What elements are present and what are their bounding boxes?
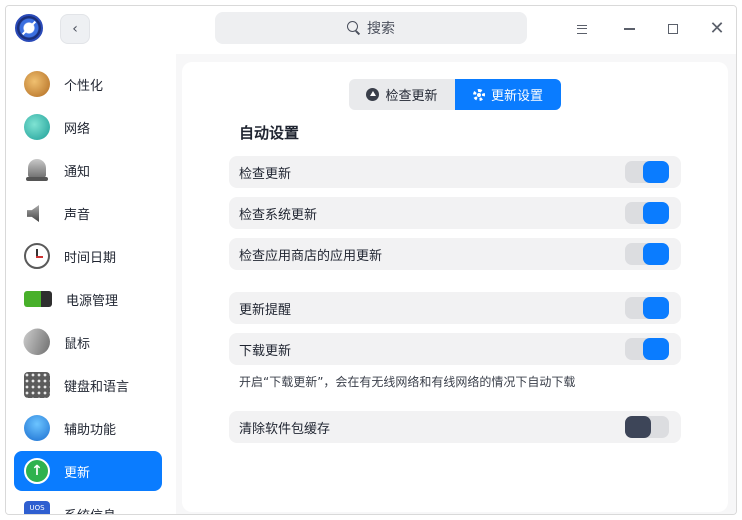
toggle-knob	[643, 338, 669, 360]
mouse-icon	[18, 323, 56, 361]
setting-row-check-system-updates: 检查系统更新	[229, 197, 681, 229]
download-updates-hint: 开启“下载更新”，会在有无线网络和有线网络的情况下自动下载	[239, 375, 576, 389]
main-area: 检查更新 更新设置 自动设置 检查更新 检查系统更新 检查应用商店的应用更新 更…	[176, 54, 736, 514]
minimize-button[interactable]	[615, 15, 643, 43]
sidebar-item-datetime[interactable]: 时间日期	[14, 236, 162, 276]
menu-icon	[577, 24, 587, 34]
toggle-knob	[625, 416, 651, 438]
toggle-knob	[643, 161, 669, 183]
setting-label: 下载更新	[239, 343, 292, 359]
clock-icon	[24, 243, 50, 269]
tab-label: 检查更新	[385, 89, 438, 104]
sidebar-item-update[interactable]: ↑ 更新	[14, 451, 162, 491]
sidebar-item-personalization[interactable]: 个性化	[14, 64, 162, 104]
sidebar-item-power[interactable]: 电源管理	[14, 279, 162, 319]
uos-badge: UOS	[29, 504, 45, 512]
sidebar-item-network[interactable]: 网络	[14, 107, 162, 147]
update-tab-switcher: 检查更新 更新设置	[349, 79, 561, 110]
setting-label: 检查系统更新	[239, 207, 318, 223]
arrow-up-circle-icon	[366, 88, 380, 101]
tab-check-update[interactable]: 检查更新	[349, 79, 455, 110]
check-store-updates-toggle[interactable]	[625, 243, 669, 265]
gear-icon	[472, 88, 485, 101]
settings-window: ‹ 搜索 ✕ 个性化 网络 通知 声音 时间日期 电源管理 鼠标 键盘和语言 辅…	[5, 5, 737, 515]
sidebar-item-notification[interactable]: 通知	[14, 150, 162, 190]
sidebar-item-label: 键盘和语言	[64, 379, 130, 395]
sidebar-item-label: 声音	[64, 207, 91, 223]
update-reminder-toggle[interactable]	[625, 297, 669, 319]
update-settings-panel: 检查更新 更新设置 自动设置 检查更新 检查系统更新 检查应用商店的应用更新 更…	[182, 62, 728, 512]
system-info-icon: UOS	[24, 501, 50, 514]
check-system-updates-toggle[interactable]	[625, 202, 669, 224]
setting-row-check-store-updates: 检查应用商店的应用更新	[229, 238, 681, 270]
sidebar-item-label: 更新	[64, 465, 91, 481]
control-center-logo-icon	[15, 14, 43, 42]
bell-icon	[24, 157, 50, 183]
sidebar-item-system-info[interactable]: UOS 系统信息	[14, 494, 162, 515]
menu-button[interactable]	[568, 15, 596, 43]
sidebar-item-label: 辅助功能	[64, 422, 117, 438]
maximize-button[interactable]	[659, 15, 687, 43]
speaker-icon	[24, 200, 50, 226]
setting-row-download-updates: 下载更新	[229, 333, 681, 365]
setting-label: 检查更新	[239, 166, 292, 182]
back-button[interactable]: ‹	[60, 14, 90, 44]
search-input[interactable]: 搜索	[215, 12, 527, 44]
sidebar-item-label: 系统信息	[64, 505, 116, 515]
setting-label: 更新提醒	[239, 302, 292, 318]
sidebar-item-accessibility[interactable]: 辅助功能	[14, 408, 162, 448]
maximize-icon	[668, 24, 678, 34]
clear-cache-toggle[interactable]	[625, 416, 669, 438]
setting-row-check-updates: 检查更新	[229, 156, 681, 188]
search-icon	[347, 21, 361, 35]
sidebar-item-label: 通知	[64, 164, 91, 180]
setting-label: 清除软件包缓存	[239, 421, 331, 437]
close-icon: ✕	[709, 18, 725, 39]
section-title: 自动设置	[239, 124, 300, 142]
tab-label: 更新设置	[490, 89, 543, 104]
sidebar-item-label: 个性化	[64, 78, 104, 94]
close-button[interactable]: ✕	[703, 15, 731, 43]
setting-row-clear-cache: 清除软件包缓存	[229, 411, 681, 443]
keyboard-icon	[24, 372, 50, 398]
check-updates-toggle[interactable]	[625, 161, 669, 183]
sidebar-item-sound[interactable]: 声音	[14, 193, 162, 233]
minimize-icon	[623, 28, 635, 30]
chevron-left-icon: ‹	[72, 21, 78, 37]
network-icon	[24, 114, 50, 140]
title-bar: ‹ 搜索 ✕	[6, 6, 736, 54]
sidebar-item-label: 时间日期	[64, 250, 117, 266]
search-placeholder: 搜索	[367, 21, 395, 37]
toggle-knob	[643, 202, 669, 224]
setting-label: 检查应用商店的应用更新	[239, 248, 383, 264]
download-updates-toggle[interactable]	[625, 338, 669, 360]
tab-update-settings[interactable]: 更新设置	[455, 79, 561, 110]
sidebar-item-label: 鼠标	[64, 336, 91, 352]
toggle-knob	[643, 297, 669, 319]
toggle-knob	[643, 243, 669, 265]
sidebar: 个性化 网络 通知 声音 时间日期 电源管理 鼠标 键盘和语言 辅助功能 ↑ 更…	[6, 54, 176, 515]
accessibility-icon	[24, 415, 50, 441]
sidebar-item-label: 电源管理	[66, 293, 119, 309]
sidebar-item-label: 网络	[64, 121, 91, 137]
personalization-icon	[24, 71, 50, 97]
setting-row-update-reminder: 更新提醒	[229, 292, 681, 324]
sidebar-item-keyboard[interactable]: 键盘和语言	[14, 365, 162, 405]
battery-icon	[24, 291, 52, 307]
sidebar-item-mouse[interactable]: 鼠标	[14, 322, 162, 362]
update-icon: ↑	[24, 458, 50, 484]
